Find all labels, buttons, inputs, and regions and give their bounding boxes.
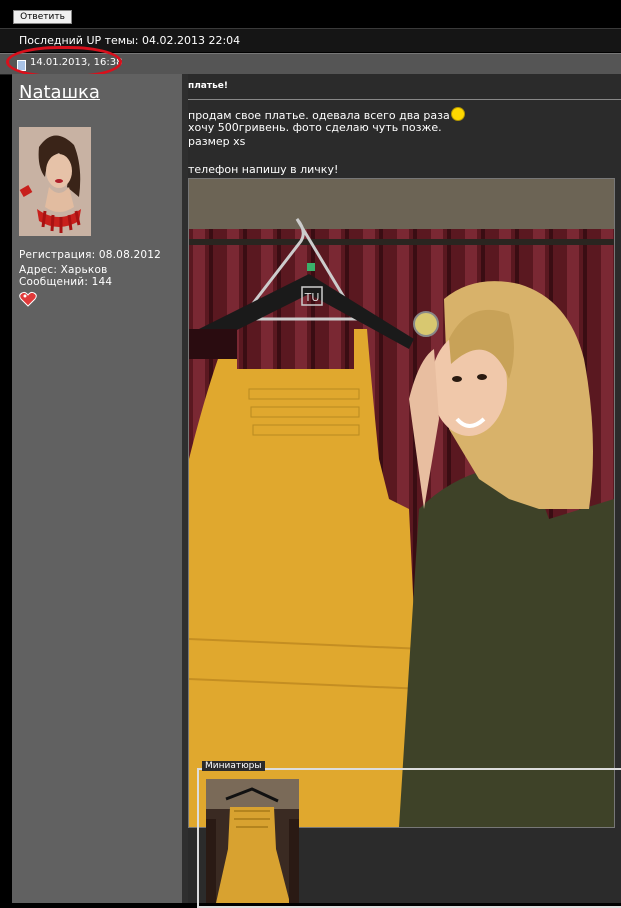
heart-icon[interactable] bbox=[19, 291, 37, 307]
author-address: Адрес: Харьков bbox=[19, 264, 108, 276]
thumbnails-label: Миниатюры bbox=[202, 761, 265, 771]
thumbnail-image[interactable] bbox=[206, 779, 299, 903]
reply-button[interactable]: Ответить bbox=[13, 10, 72, 24]
post-body-line: хочу 500гривень. фото сделаю чуть позже. bbox=[188, 121, 442, 134]
subject-divider bbox=[188, 99, 621, 100]
post-photo[interactable]: TU bbox=[188, 178, 615, 828]
author-name-link[interactable]: Nataшка bbox=[19, 82, 100, 103]
author-sidebar: Nataшка Регистрация: 08.08.2012 Адрес: Х… bbox=[12, 74, 182, 903]
post-body-line: размер xs bbox=[188, 135, 246, 148]
author-messages: Сообщений: 144 bbox=[19, 276, 113, 288]
avatar bbox=[19, 127, 91, 236]
post-body-line: продам свое платье. одевала всего два ра… bbox=[188, 107, 465, 122]
author-registration: Регистрация: 08.08.2012 bbox=[19, 249, 162, 261]
hanger-text: TU bbox=[304, 291, 320, 304]
last-up-text: Последний UP темы: 04.02.2013 22:04 bbox=[19, 34, 241, 47]
post-subject: платье! bbox=[188, 81, 228, 91]
post-body-line: телефон напишу в личку! bbox=[188, 163, 339, 176]
post-content: платье! продам свое платье. одевала всег… bbox=[188, 74, 621, 908]
smiley-icon bbox=[450, 107, 465, 121]
